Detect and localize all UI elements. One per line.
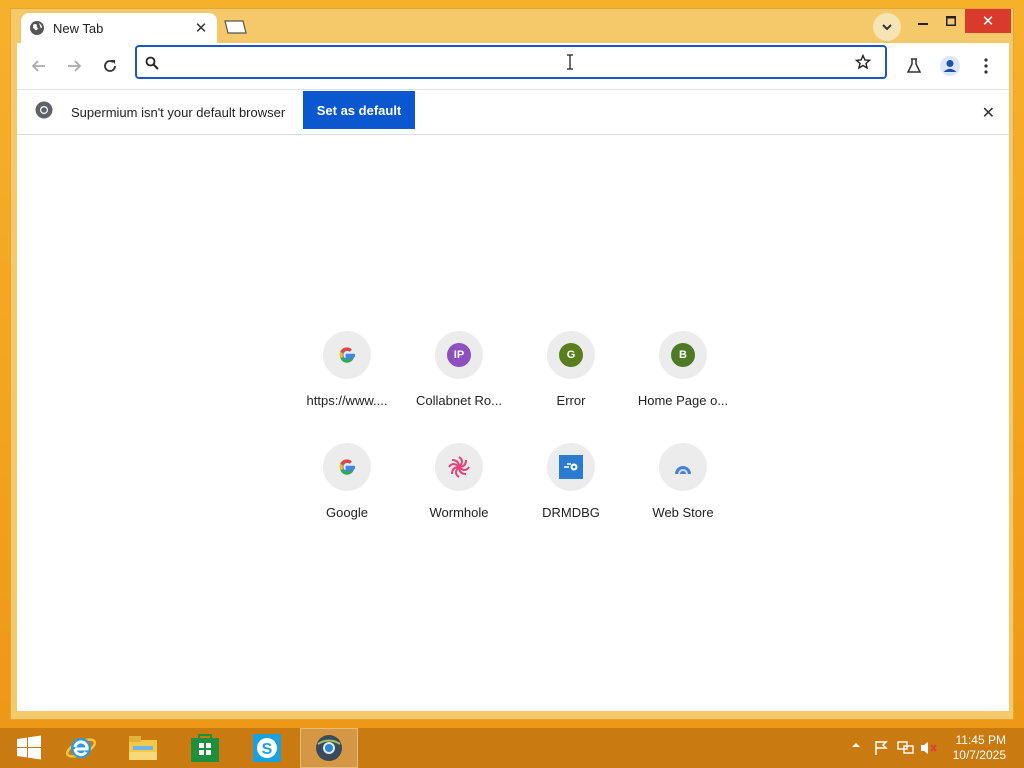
tab-title: New Tab <box>53 20 104 36</box>
shortcut-label: https://www.... <box>306 393 388 408</box>
tab-close-icon[interactable]: ✕ <box>193 19 209 37</box>
web-store-icon <box>659 443 707 491</box>
letter-icon: B <box>659 331 707 379</box>
shortcut-tile[interactable]: Wormhole <box>403 427 515 539</box>
clock-date: 10/7/2025 <box>952 748 1006 762</box>
start-icon <box>17 735 41 760</box>
internet-explorer-icon <box>65 738 97 758</box>
shortcut-label: Error <box>556 393 586 408</box>
shortcut-label: DRMDBG <box>542 505 600 520</box>
shortcut-label: Web Store <box>652 505 714 520</box>
shortcut-label: Google <box>326 505 368 520</box>
taskbar: S 11:45 PM 10/7/2025 <box>0 728 1024 768</box>
volume-muted-icon[interactable] <box>920 740 938 756</box>
minimize-button[interactable] <box>909 9 937 33</box>
taskbar-file-explorer[interactable] <box>114 728 172 768</box>
close-window-button[interactable]: ✕ <box>965 9 1011 33</box>
shortcut-label: Wormhole <box>429 505 489 520</box>
letter-badge: IP <box>447 343 471 367</box>
profile-button[interactable] <box>937 53 963 79</box>
kebab-menu-icon <box>984 58 988 74</box>
letter-badge: B <box>671 343 695 367</box>
start-button[interactable] <box>0 728 58 768</box>
globe-icon <box>30 21 44 35</box>
show-hidden-icons-icon[interactable] <box>851 740 861 750</box>
letter-icon: IP <box>435 331 483 379</box>
chromium-icon <box>35 101 53 119</box>
minimize-icon <box>918 23 928 25</box>
browser-window: New Tab ✕ ✕ Supermium isn't your default… <box>10 8 1014 720</box>
tab-search-button[interactable] <box>873 13 901 41</box>
taskbar-skype[interactable]: S <box>238 728 296 768</box>
chevron-down-icon <box>882 24 892 31</box>
maximize-button[interactable] <box>937 9 965 33</box>
shortcut-tile[interactable]: Google <box>291 427 403 539</box>
back-button[interactable] <box>29 56 49 76</box>
shortcut-tile[interactable]: IP Collabnet Ro... <box>403 315 515 427</box>
system-clock[interactable]: 11:45 PM 10/7/2025 <box>953 733 1006 763</box>
avatar-icon <box>940 56 960 76</box>
skype-icon: S <box>253 734 281 762</box>
shortcut-label: Home Page o... <box>637 393 729 408</box>
new-tab-icon[interactable] <box>223 20 247 34</box>
store-icon <box>191 734 219 762</box>
menu-button[interactable] <box>973 53 999 79</box>
clock-time: 11:45 PM <box>955 733 1006 747</box>
close-icon: ✕ <box>981 13 995 30</box>
network-icon[interactable] <box>897 740 915 756</box>
svg-text:S: S <box>262 741 273 758</box>
reload-icon <box>104 60 116 72</box>
address-input[interactable] <box>169 51 853 75</box>
maximize-icon <box>946 16 956 26</box>
arrow-left-icon <box>31 60 45 72</box>
flask-icon <box>906 58 922 73</box>
labs-button[interactable] <box>901 53 927 79</box>
default-browser-infobar: Supermium isn't your default browser Set… <box>17 89 1009 135</box>
arrow-right-icon <box>68 60 82 72</box>
letter-badge: G <box>559 343 583 367</box>
infobar-close-icon[interactable]: ✕ <box>982 103 995 123</box>
new-tab-page: https://www.... IP Collabnet Ro... G Err… <box>17 135 1009 711</box>
google-g-icon <box>323 331 371 379</box>
wormhole-icon <box>435 443 483 491</box>
flag-icon[interactable] <box>873 740 889 756</box>
infobar-message: Supermium isn't your default browser <box>71 105 286 120</box>
drmdbg-icon <box>547 443 595 491</box>
file-explorer-icon <box>129 736 157 760</box>
shortcut-tiles: https://www.... IP Collabnet Ro... G Err… <box>291 315 739 539</box>
bookmark-star-icon[interactable] <box>855 54 871 70</box>
shortcut-tile[interactable]: G Error <box>515 315 627 427</box>
shortcut-tile[interactable]: B Home Page o... <box>627 315 739 427</box>
google-g-icon <box>323 443 371 491</box>
search-icon <box>145 56 159 70</box>
text-cursor-icon <box>567 54 573 70</box>
shortcut-label: Collabnet Ro... <box>416 393 502 408</box>
reload-button[interactable] <box>100 56 120 76</box>
shortcut-tile[interactable]: DRMDBG <box>515 427 627 539</box>
taskbar-store[interactable] <box>176 728 234 768</box>
letter-icon: G <box>547 331 595 379</box>
tab-new-tab[interactable]: New Tab ✕ <box>21 13 217 43</box>
supermium-icon <box>316 735 342 761</box>
forward-button[interactable] <box>64 56 84 76</box>
address-bar[interactable] <box>135 45 887 79</box>
set-as-default-button[interactable]: Set as default <box>303 91 415 129</box>
title-bar[interactable]: New Tab ✕ ✕ <box>11 9 1013 43</box>
taskbar-supermium[interactable] <box>300 728 358 768</box>
shortcut-tile[interactable]: https://www.... <box>291 315 403 427</box>
shortcut-tile[interactable]: Web Store <box>627 427 739 539</box>
browser-toolbar <box>17 43 1009 89</box>
taskbar-internet-explorer[interactable] <box>52 728 110 768</box>
